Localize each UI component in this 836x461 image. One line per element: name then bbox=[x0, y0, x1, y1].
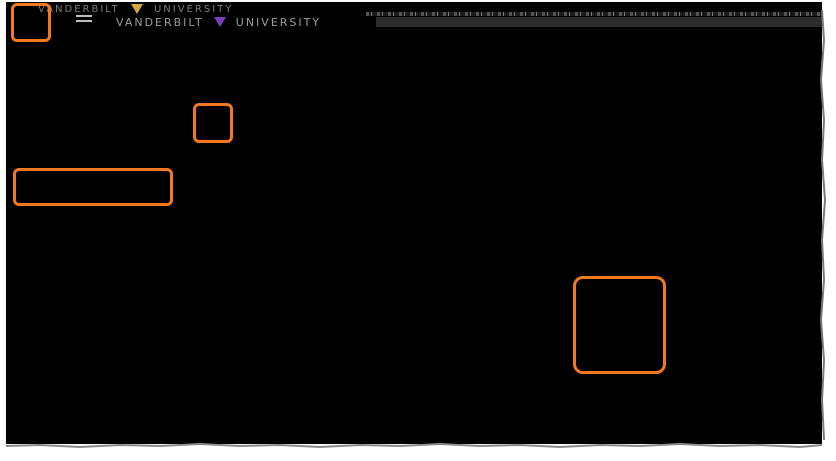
highlight-box-top-left bbox=[11, 3, 51, 42]
brand-logo-main[interactable]: VANDERBILT UNIVERSITY bbox=[116, 11, 322, 29]
rendering-artifact-band bbox=[376, 17, 822, 27]
rendering-artifact-strip bbox=[366, 12, 822, 16]
brand-mark-icon bbox=[213, 17, 226, 27]
torn-edge-right bbox=[819, 0, 836, 461]
highlight-box-large bbox=[573, 276, 666, 374]
screenshot-frame: VANDERBILT UNIVERSITY VANDERBILT UNIVERS… bbox=[6, 2, 822, 446]
brand-main-text: VANDERBILT bbox=[116, 15, 204, 29]
site-header: VANDERBILT UNIVERSITY VANDERBILT UNIVERS… bbox=[6, 2, 822, 28]
main-content-area bbox=[6, 28, 822, 446]
hamburger-menu-icon[interactable] bbox=[76, 15, 92, 25]
torn-edge-bottom bbox=[0, 442, 836, 461]
brand-main-right-text: UNIVERSITY bbox=[235, 15, 322, 29]
highlight-box-small bbox=[193, 103, 233, 143]
highlight-box-wide bbox=[13, 168, 173, 206]
